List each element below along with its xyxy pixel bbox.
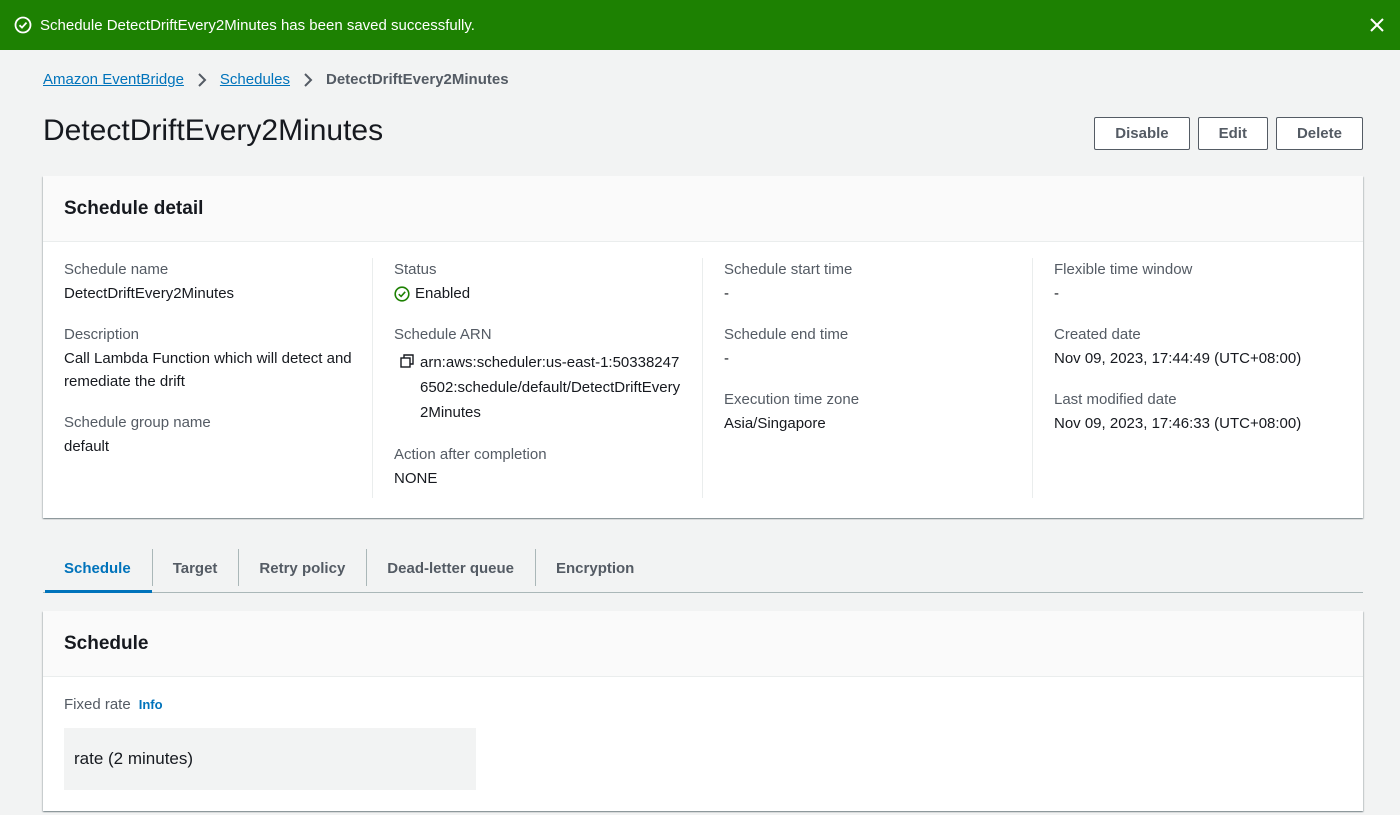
tab-target[interactable]: Target — [151, 545, 239, 592]
field-label: Schedule group name — [64, 414, 211, 431]
disable-button[interactable]: Disable — [1094, 117, 1190, 150]
check-circle-icon — [14, 16, 32, 34]
schedule-group-field: Schedule group name default — [64, 411, 354, 458]
tab-schedule[interactable]: Schedule — [43, 545, 152, 593]
rate-expression-value: rate (2 minutes) — [64, 728, 476, 790]
field-value: - — [1054, 285, 1059, 302]
field-value: Nov 09, 2023, 17:44:49 (UTC+08:00) — [1054, 350, 1302, 367]
fixed-rate-label: Fixed rate — [64, 696, 131, 713]
field-value: default — [64, 438, 110, 455]
close-icon[interactable] — [1368, 16, 1386, 34]
action-after-completion-field: Action after completion NONE — [394, 443, 684, 490]
field-label: Last modified date — [1054, 391, 1177, 408]
schedule-arn-field: Schedule ARN arn:aws:scheduler:us-east-1… — [394, 323, 684, 425]
edit-button[interactable]: Edit — [1197, 117, 1268, 150]
schedule-card: Schedule Fixed rate Info rate (2 minutes… — [43, 611, 1363, 811]
schedule-body: Fixed rate Info rate (2 minutes) — [43, 677, 1363, 809]
flexible-window-field: Flexible time window - — [1054, 258, 1345, 305]
field-label: Schedule name — [64, 261, 169, 278]
detail-column-4: Flexible time window - Created date Nov … — [1033, 258, 1363, 498]
field-label: Action after completion — [394, 446, 547, 463]
field-label: Schedule end time — [724, 326, 849, 343]
detail-column-3: Schedule start time - Schedule end time … — [703, 258, 1033, 498]
breadcrumb-current: DetectDriftEvery2Minutes — [325, 71, 509, 88]
field-label: Schedule start time — [724, 261, 853, 278]
tab-encryption[interactable]: Encryption — [535, 545, 655, 592]
detail-grid: Schedule name DetectDriftEvery2Minutes D… — [43, 242, 1363, 498]
breadcrumb-link-eventbridge[interactable]: Amazon EventBridge — [43, 71, 184, 88]
tab-retry-policy[interactable]: Retry policy — [238, 545, 366, 592]
time-zone-field: Execution time zone Asia/Singapore — [724, 388, 1014, 435]
header-actions: Disable Edit Delete — [1094, 117, 1363, 150]
schedule-name-field: Schedule name DetectDriftEvery2Minutes — [64, 258, 354, 305]
breadcrumb: Amazon EventBridge Schedules DetectDrift… — [43, 71, 509, 88]
arn-text: arn:aws:scheduler:us-east-1:503382476502… — [420, 354, 681, 421]
description-field: Description Call Lambda Function which w… — [64, 323, 354, 393]
detail-column-1: Schedule name DetectDriftEvery2Minutes D… — [43, 258, 373, 498]
modified-date-field: Last modified date Nov 09, 2023, 17:46:3… — [1054, 388, 1345, 435]
field-value: - — [724, 285, 729, 302]
end-time-field: Schedule end time - — [724, 323, 1014, 370]
field-label: Schedule ARN — [394, 326, 492, 343]
chevron-right-icon — [196, 72, 208, 87]
tab-dead-letter-queue[interactable]: Dead-letter queue — [366, 545, 535, 592]
field-value: - — [724, 350, 729, 367]
field-label: Created date — [1054, 326, 1141, 343]
chevron-right-icon — [302, 72, 314, 87]
created-date-field: Created date Nov 09, 2023, 17:44:49 (UTC… — [1054, 323, 1345, 370]
detail-column-2: Status Enabled Schedule ARN arn:aws:sche… — [373, 258, 703, 498]
status-field: Status Enabled — [394, 258, 684, 305]
field-value: Call Lambda Function which will detect a… — [64, 350, 352, 390]
field-value: Asia/Singapore — [724, 415, 826, 432]
arn-value: arn:aws:scheduler:us-east-1:503382476502… — [394, 350, 684, 425]
field-label: Description — [64, 326, 140, 343]
detail-tabs: Schedule Target Retry policy Dead-letter… — [43, 545, 1363, 593]
schedule-detail-card: Schedule detail Schedule name DetectDrif… — [43, 176, 1363, 518]
check-circle-icon — [394, 285, 410, 302]
breadcrumb-link-schedules[interactable]: Schedules — [220, 71, 290, 88]
status-indicator: Enabled — [394, 282, 684, 305]
fixed-rate-label-row: Fixed rate Info — [64, 696, 1342, 713]
field-value: NONE — [394, 470, 438, 487]
field-value: Nov 09, 2023, 17:46:33 (UTC+08:00) — [1054, 415, 1302, 432]
field-value: DetectDriftEvery2Minutes — [64, 285, 235, 302]
field-label: Status — [394, 261, 437, 278]
success-flashbar: Schedule DetectDriftEvery2Minutes has be… — [0, 0, 1400, 50]
info-link[interactable]: Info — [139, 697, 163, 712]
delete-button[interactable]: Delete — [1275, 117, 1363, 150]
field-label: Flexible time window — [1054, 261, 1193, 278]
status-text: Enabled — [415, 285, 471, 302]
field-label: Execution time zone — [724, 391, 860, 408]
start-time-field: Schedule start time - — [724, 258, 1014, 305]
copy-icon[interactable] — [400, 354, 414, 368]
flash-message: Schedule DetectDriftEvery2Minutes has be… — [40, 16, 475, 34]
schedule-card-header: Schedule — [43, 611, 1363, 677]
page-title: DetectDriftEvery2Minutes — [43, 114, 384, 147]
schedule-detail-header: Schedule detail — [43, 176, 1363, 242]
